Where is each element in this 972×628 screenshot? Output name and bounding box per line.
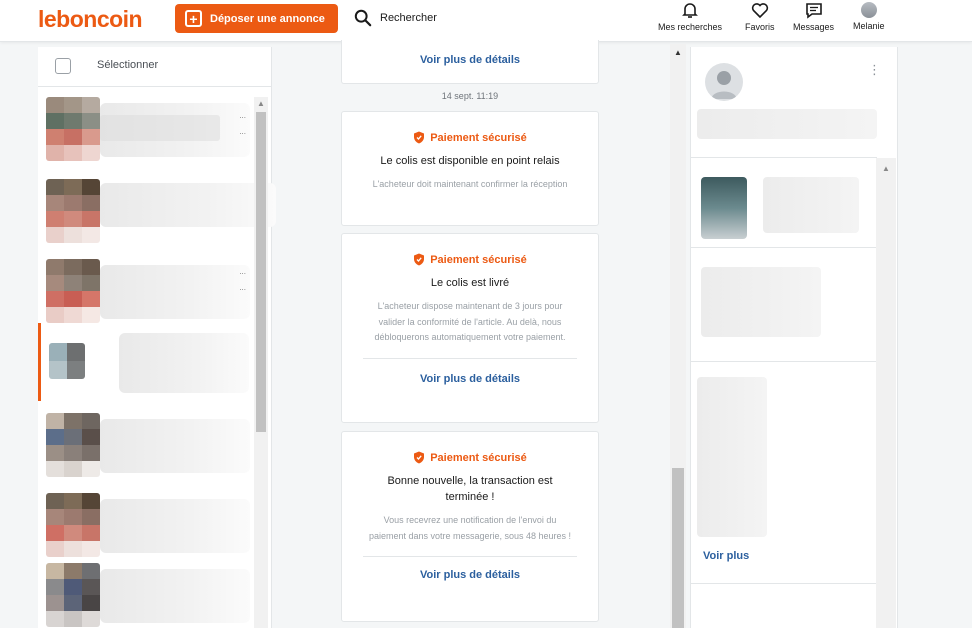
scroll-up-arrow-icon[interactable]: ▲ [674, 48, 682, 57]
nav-messages[interactable]: Messages [793, 2, 834, 32]
conversation-item[interactable]: ... ... [38, 89, 252, 169]
card-title: Bonne nouvelle, la transaction est termi… [387, 475, 553, 503]
details-scrollbar[interactable]: ▲ [876, 158, 896, 628]
search-button[interactable]: Rechercher [354, 9, 437, 27]
search-label: Rechercher [380, 12, 437, 24]
details-divider [691, 247, 877, 248]
conversation-item[interactable] [38, 485, 252, 565]
contact-details-panel: ⋮ Voir plus [690, 47, 898, 628]
conversation-thumbnail [46, 493, 100, 557]
ellipsis-icon: ... [239, 283, 246, 292]
scrollbar-thumb[interactable] [256, 112, 266, 432]
nav-saved-searches[interactable]: Mes recherches [658, 2, 722, 32]
conversation-item[interactable] [38, 171, 276, 251]
app: leboncoin + Déposer une annonce Recherch… [0, 0, 972, 628]
see-more-link[interactable]: Voir plus [703, 550, 749, 562]
nav-user-label: Melanie [853, 21, 885, 31]
heart-icon [751, 3, 768, 19]
conversation-item[interactable]: ... ... [38, 251, 252, 331]
nav-favorites[interactable]: Favoris [745, 2, 775, 32]
shield-icon [414, 451, 425, 464]
top-header: leboncoin + Déposer une annonce Recherch… [0, 0, 972, 42]
ellipsis-icon: ... [239, 267, 246, 276]
blurred-section [701, 267, 821, 337]
blurred-conversation-text [100, 115, 220, 141]
scrollbar-thumb[interactable] [672, 468, 684, 628]
see-details-link[interactable]: Voir plus de détails [342, 54, 598, 66]
payment-status-card: Paiement sécurisé Le colis est disponibl… [341, 111, 599, 226]
secure-payment-label: Paiement sécurisé [430, 451, 527, 464]
card-title: Le colis est disponible en point relais [380, 155, 560, 167]
blurred-section [697, 377, 767, 537]
nav-user-account[interactable]: Melanie [853, 2, 885, 31]
ellipsis-icon: ... [239, 111, 246, 120]
blurred-conversation-preview [100, 265, 250, 319]
select-all-checkbox[interactable] [55, 58, 71, 74]
profile-avatar [705, 63, 743, 101]
secure-payment-label: Paiement sécurisé [430, 131, 527, 144]
secure-payment-label: Paiement sécurisé [430, 253, 527, 266]
scroll-up-arrow-icon[interactable]: ▲ [257, 99, 265, 108]
see-details-link[interactable]: Voir plus de détails [342, 569, 598, 581]
post-ad-button[interactable]: + Déposer une annonce [175, 4, 338, 33]
conversation-thumbnail [46, 179, 100, 243]
shield-icon [414, 131, 425, 144]
blurred-ad-info [763, 177, 859, 233]
payment-status-card: Paiement sécurisé Le colis est livré L'a… [341, 233, 599, 423]
details-divider [691, 361, 877, 362]
conversation-thumbnail [46, 413, 100, 477]
card-description: L'acheteur doit maintenant confirmer la … [372, 179, 568, 189]
search-icon [354, 9, 372, 27]
message-icon [805, 3, 822, 19]
conversation-thumbnail [46, 259, 100, 323]
secure-payment-badge: Paiement sécurisé [342, 253, 598, 266]
scroll-up-arrow-icon[interactable]: ▲ [882, 164, 890, 173]
conversation-thumbnail [46, 97, 100, 161]
secure-payment-badge: Paiement sécurisé [342, 131, 598, 144]
blurred-conversation-preview [119, 333, 249, 393]
conversation-item[interactable] [38, 405, 252, 485]
select-all-row: Sélectionner [38, 47, 272, 87]
nav-favorites-label: Favoris [745, 22, 775, 32]
blurred-conversation-preview [100, 419, 250, 473]
card-divider [363, 556, 577, 557]
plus-icon: + [185, 10, 202, 27]
conversation-thumbnail [46, 563, 100, 627]
payment-status-card: Paiement sécurisé Bonne nouvelle, la tra… [341, 431, 599, 622]
user-placeholder-icon [711, 71, 737, 99]
more-options-icon[interactable]: ⋮ [868, 63, 881, 76]
message-timestamp: 14 sept. 11:19 [441, 91, 499, 101]
user-avatar [860, 2, 877, 18]
blurred-conversation-preview [100, 569, 250, 623]
blurred-ad-image [701, 177, 747, 239]
select-all-label: Sélectionner [97, 59, 159, 71]
thread-scrollbar[interactable]: ▲ [670, 44, 686, 628]
blurred-profile-info [697, 109, 877, 139]
message-card-previous: Voir plus de détails [341, 40, 599, 84]
details-divider [691, 157, 877, 158]
card-description: Vous recevrez une notification de l'envo… [368, 515, 572, 541]
post-ad-label: Déposer une annonce [210, 12, 325, 25]
nav-saved-searches-label: Mes recherches [658, 22, 723, 32]
nav-messages-label: Messages [793, 22, 835, 32]
card-divider [363, 357, 577, 359]
secure-payment-badge: Paiement sécurisé [342, 451, 598, 464]
card-title: Le colis est livré [430, 277, 510, 289]
conversation-item[interactable] [38, 555, 252, 628]
card-description: L'acheteur dispose maintenant de 3 jours… [374, 301, 566, 342]
ellipsis-icon: ... [239, 127, 246, 136]
conversation-list-scrollbar[interactable]: ▲ [254, 97, 268, 628]
conversation-list-panel: Sélectionner ... ... ... ... ▲ [38, 47, 276, 628]
bell-icon [682, 3, 698, 18]
see-details-link[interactable]: Voir plus de détails [342, 373, 598, 385]
blurred-conversation-preview [100, 183, 276, 227]
details-divider [691, 583, 877, 584]
conversation-item-active[interactable] [38, 323, 252, 401]
shield-icon [414, 253, 425, 266]
conversation-thumbnail [49, 343, 85, 379]
leboncoin-logo[interactable]: leboncoin [38, 6, 143, 33]
blurred-conversation-preview [100, 499, 250, 553]
